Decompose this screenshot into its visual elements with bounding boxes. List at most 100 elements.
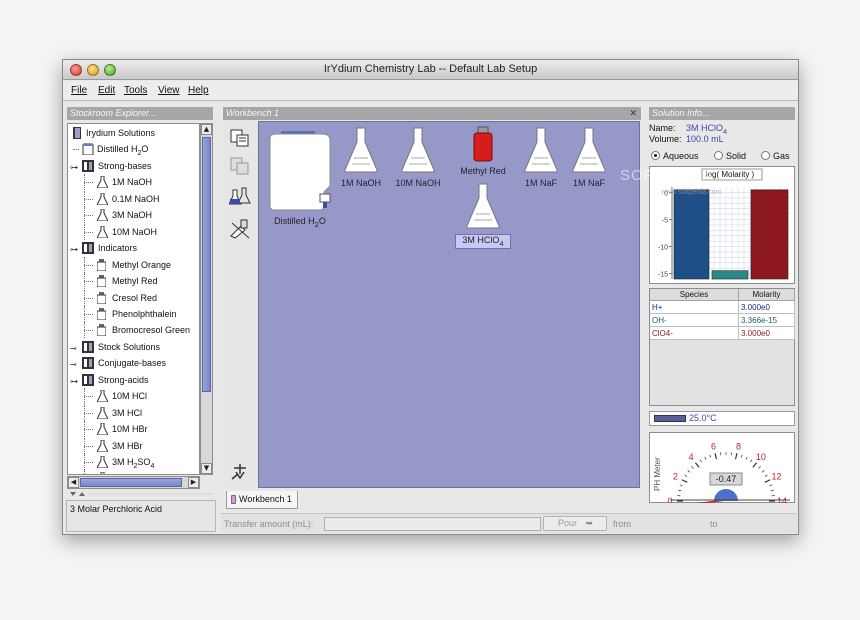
- tree-item[interactable]: 1M NaOH: [70, 174, 199, 191]
- gauge-tick: [750, 459, 753, 463]
- ph-gauge: 02468101214-0.47: [667, 441, 790, 503]
- phase-radio-aqueous[interactable]: Aqueous: [651, 151, 699, 161]
- menu-help[interactable]: Help: [188, 85, 209, 96]
- scrollbar-thumb[interactable]: [202, 137, 211, 392]
- tree-connector: [84, 470, 85, 474]
- tree-item[interactable]: 3M H2SO4: [70, 454, 199, 470]
- chart-bar: [750, 189, 789, 280]
- tree-item[interactable]: ⊶ Strong-acids: [70, 372, 199, 388]
- gauge-tick: [764, 479, 771, 483]
- scroll-right-arrow-icon[interactable]: ▶: [188, 477, 199, 488]
- solution-volume-row: Volume: 100.0 mL: [649, 134, 724, 144]
- stockroom-horizontal-scrollbar[interactable]: ◀ ▶: [67, 476, 200, 489]
- instrument-icon[interactable]: [229, 218, 251, 240]
- copy-icon[interactable]: [229, 128, 251, 148]
- radio-selected-icon: [651, 151, 660, 160]
- phase-radio-gas[interactable]: Gas: [761, 151, 790, 161]
- tree-item[interactable]: Bromocresol Green: [70, 322, 199, 339]
- volume-label: Volume:: [649, 134, 682, 144]
- stockroom-tree[interactable]: Irydium Solutions Distilled H2O ⊶ Strong-ba…: [67, 123, 200, 475]
- tree-item-label: 3M HBr: [112, 440, 143, 451]
- chart-bar: [711, 270, 749, 280]
- tree-item[interactable]: Methyl Orange: [70, 256, 199, 273]
- close-icon[interactable]: ✕: [629, 107, 637, 120]
- tree-connector: [84, 454, 85, 470]
- tree-connector: [84, 412, 93, 414]
- tree-connector: [84, 437, 85, 454]
- table-row-species: ClO4-: [650, 327, 739, 340]
- pour-button[interactable]: Pour ➥: [543, 516, 607, 531]
- tree-connector: [84, 297, 93, 299]
- erlenmeyer-flask-icon: [401, 127, 435, 173]
- ph-meter-label: PH Meter: [653, 457, 662, 491]
- stockroom-panel-title: Stockroom Explorer...: [67, 107, 213, 120]
- workbench-item-methyl-red[interactable]: Methyl Red: [455, 126, 511, 176]
- transfer-amount-input[interactable]: [324, 517, 541, 531]
- tree-item[interactable]: 10M NaOH: [70, 223, 199, 240]
- workbench-item-3m-hclo4[interactable]: 3M HClO4: [455, 182, 511, 249]
- molarity-column-header: Molarity: [739, 289, 795, 301]
- gauge-tick: [699, 459, 702, 463]
- tree-item[interactable]: 1M H2SO: [70, 470, 199, 474]
- pin-icon[interactable]: [230, 462, 250, 482]
- gauge-tick: [691, 466, 694, 469]
- menu-view[interactable]: View: [158, 85, 180, 96]
- workbench-item-label: 1M NaOH: [340, 178, 381, 188]
- menu-edit[interactable]: Edit: [98, 85, 115, 96]
- workbench-item-1m-naf[interactable]: 1M NaF: [518, 126, 564, 188]
- tree-item-label: 3M HCl: [112, 407, 143, 418]
- temperature-bar: [654, 415, 686, 422]
- tree-item[interactable]: ⊸ Conjugate-bases: [70, 355, 199, 371]
- tree-item[interactable]: ⊶ Strong-bases: [70, 158, 199, 174]
- stockroom-vertical-scrollbar[interactable]: ▲ ▼: [200, 123, 213, 475]
- gauge-scale-label: 6: [711, 441, 716, 451]
- tree-item[interactable]: 3M HBr: [70, 437, 199, 454]
- tree-item[interactable]: 3M NaOH: [70, 207, 199, 224]
- paste-icon[interactable]: [229, 156, 251, 176]
- workbench-item-10m-naoh[interactable]: 10M NaOH: [395, 126, 441, 188]
- scrollbar-thumb[interactable]: [80, 478, 182, 487]
- menu-tools[interactable]: Tools: [124, 85, 147, 96]
- tree-connector: [84, 289, 85, 306]
- species-column-header: Species: [650, 289, 739, 301]
- tree-item[interactable]: 3M HCl: [70, 404, 199, 421]
- workbench-title: Workbench 1: [226, 108, 280, 118]
- tree-item[interactable]: Phenolphthalein: [70, 305, 199, 322]
- workbench-item-1m-naf-2[interactable]: 1M NaF: [566, 126, 612, 188]
- workbench-item-1m-naoh[interactable]: 1M NaOH: [338, 126, 384, 188]
- tree-item[interactable]: Cresol Red: [70, 289, 199, 306]
- tab-workbench-1[interactable]: Workbench 1: [226, 491, 298, 509]
- erlenmeyer-flask-icon: [344, 127, 378, 173]
- tree-item-label: 0.1M NaOH: [112, 193, 160, 204]
- menu-file[interactable]: File: [71, 85, 87, 96]
- tree-item[interactable]: 0.1M NaOH: [70, 190, 199, 207]
- tree-item[interactable]: Irydium Solutions: [70, 125, 199, 141]
- phase-radio-solid[interactable]: Solid: [714, 151, 746, 161]
- gauge-tick: [709, 454, 712, 458]
- scroll-down-arrow-icon[interactable]: ▼: [201, 463, 212, 474]
- workbench-toolbar: [223, 122, 257, 488]
- workbench-item-distilled-water[interactable]: Distilled H2O: [264, 128, 336, 229]
- tree-item[interactable]: 10M HBr: [70, 421, 199, 438]
- carboy-icon: [269, 131, 331, 211]
- table-row-species: H+: [650, 301, 739, 314]
- tree-item-label: 10M HBr: [112, 424, 148, 435]
- tree-connector: [84, 313, 93, 315]
- gauge-scale-label: 10: [756, 452, 766, 462]
- workbench-canvas[interactable]: Distilled H2O 1M NaOH 10M NaOH Methyl Re…: [258, 121, 640, 488]
- tree-item[interactable]: ⊶ Indicators: [70, 240, 199, 256]
- tree-item-label: Bromocresol Green: [112, 325, 191, 336]
- glassware-icon[interactable]: [229, 186, 251, 208]
- tree-item[interactable]: 10M HCl: [70, 388, 199, 405]
- scroll-up-arrow-icon[interactable]: ▲: [201, 124, 212, 135]
- tree-item[interactable]: Methyl Red: [70, 273, 199, 290]
- tree-item[interactable]: Distilled H2O: [70, 141, 199, 157]
- watermark: SOFTPEDIA: [620, 167, 715, 184]
- splitter-handle[interactable]: [68, 491, 216, 498]
- gauge-tick: [694, 462, 700, 468]
- tree-item[interactable]: ⊸ Stock Solutions: [70, 339, 199, 355]
- workbench-item-label: 1M NaF: [524, 178, 557, 188]
- gauge-reading: -0.47: [716, 474, 737, 484]
- scroll-left-arrow-icon[interactable]: ◀: [68, 477, 79, 488]
- app-window: IrYdium Chemistry Lab -- Default Lab Set…: [62, 59, 799, 535]
